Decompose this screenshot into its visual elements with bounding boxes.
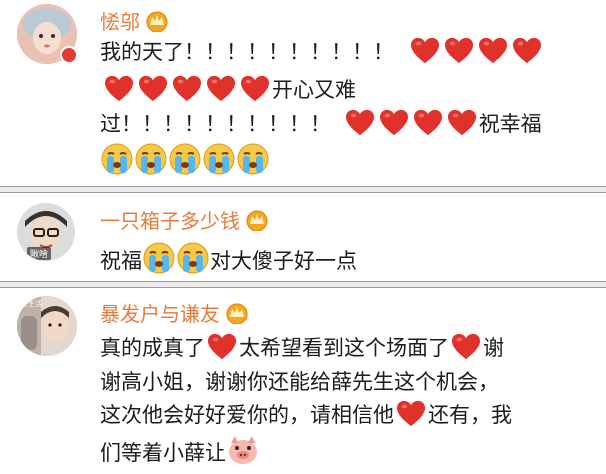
comment-divider <box>0 281 606 288</box>
heart-emoji <box>395 400 427 428</box>
avatar[interactable]: 好生活 <box>17 296 77 356</box>
heart-emoji <box>344 109 376 137</box>
comment-card-1: 恡邬 我的天了！！！！！！！！！！ 开心又难 过！！！！！！！！！！ 祝幸福 <box>0 0 606 186</box>
comment-line: 祝福 对大傻子好一点 <box>100 242 357 276</box>
username[interactable]: 暴发户与谦友 <box>100 298 250 327</box>
crying-emoji <box>169 143 201 175</box>
heart-emoji <box>450 333 482 361</box>
heart-emoji <box>103 75 135 103</box>
comment-line <box>100 143 270 177</box>
heart-emoji <box>137 75 169 103</box>
heart-emoji <box>446 109 478 137</box>
heart-emoji <box>206 333 238 361</box>
comment-line: 们等着小薛让 <box>100 434 260 468</box>
heart-emoji <box>477 37 509 65</box>
username[interactable]: 恡邬 <box>100 6 170 35</box>
heart-emoji <box>409 37 441 65</box>
heart-emoji <box>378 109 410 137</box>
username[interactable]: 一只箱子多少钱 <box>100 205 270 234</box>
avatar-label: 瞅啥 <box>27 247 52 260</box>
crying-emoji <box>143 242 175 274</box>
comment-line: 我的天了！！！！！！！！！！ <box>100 37 544 67</box>
crown-icon <box>144 10 170 32</box>
heart-emoji <box>443 37 475 65</box>
crying-emoji <box>203 143 235 175</box>
comment-line: 开心又难 <box>102 75 356 105</box>
comment-card-3: 好生活 暴发户与谦友 真的成真了 太希望看到这个场面了谢 谢高小姐，谢谢你还能给薛… <box>0 288 606 474</box>
comment-divider <box>0 186 606 193</box>
comment-line: 这次他会好好爱你的，请相信他 还有，我 <box>100 400 512 430</box>
avatar-label: 好生活 <box>21 300 42 308</box>
crown-icon <box>224 302 250 324</box>
crying-emoji <box>237 143 269 175</box>
comment-line: 谢高小姐，谢谢你还能给薛先生这个机会， <box>100 370 499 394</box>
crying-emoji <box>135 143 167 175</box>
heart-emoji <box>412 109 444 137</box>
heart-emoji <box>239 75 271 103</box>
heart-emoji <box>205 75 237 103</box>
comment-card-2: 瞅啥 一只箱子多少钱 祝福 对大傻子好一点 <box>0 193 606 281</box>
heart-emoji <box>171 75 203 103</box>
crying-emoji <box>177 242 209 274</box>
crown-icon <box>244 209 270 231</box>
comment-line: 过！！！！！！！！！！ 祝幸福 <box>100 109 542 139</box>
pig-emoji <box>226 434 260 466</box>
crying-emoji <box>101 143 133 175</box>
avatar[interactable]: 瞅啥 <box>17 203 75 261</box>
heart-emoji <box>511 37 543 65</box>
avatar-badge-icon <box>60 46 78 64</box>
comment-line: 真的成真了 太希望看到这个场面了谢 <box>100 333 504 363</box>
